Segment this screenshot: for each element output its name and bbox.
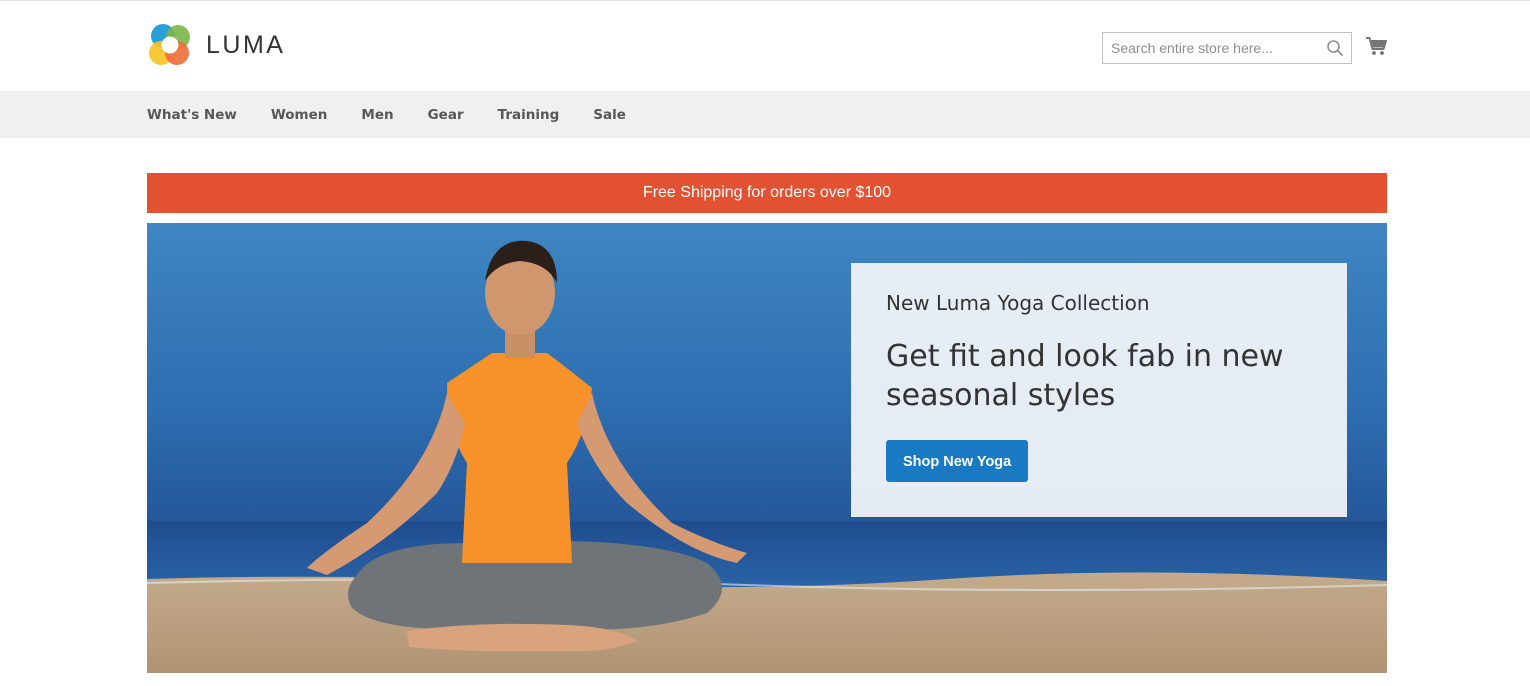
- main-navigation: What's New Women Men Gear Training Sale: [0, 91, 1530, 138]
- shopping-cart-icon[interactable]: [1365, 35, 1387, 57]
- nav-item-men[interactable]: Men: [361, 107, 393, 123]
- nav-item-whats-new[interactable]: What's New: [147, 107, 237, 123]
- hero-banner: New Luma Yoga Collection Get fit and loo…: [147, 223, 1387, 673]
- nav-item-gear[interactable]: Gear: [428, 107, 464, 123]
- luma-logo-icon: [149, 24, 190, 65]
- nav-item-sale[interactable]: Sale: [593, 107, 626, 123]
- nav-item-training[interactable]: Training: [498, 107, 560, 123]
- search-icon[interactable]: [1326, 39, 1344, 57]
- logo-wordmark: LUMA: [206, 30, 286, 59]
- hero-kicker: New Luma Yoga Collection: [886, 291, 1150, 315]
- free-shipping-banner[interactable]: Free Shipping for orders over $100: [147, 173, 1387, 213]
- search-box: [1102, 32, 1352, 64]
- site-header: LUMA: [0, 1, 1530, 91]
- shop-new-yoga-button[interactable]: Shop New Yoga: [886, 440, 1029, 482]
- store-logo[interactable]: LUMA: [147, 22, 285, 68]
- nav-item-women[interactable]: Women: [271, 107, 328, 123]
- hero-headline: Get fit and look fab in new seasonal sty…: [886, 339, 1284, 413]
- search-input[interactable]: [1103, 33, 1313, 63]
- hero-promo-card: New Luma Yoga Collection Get fit and loo…: [851, 263, 1347, 517]
